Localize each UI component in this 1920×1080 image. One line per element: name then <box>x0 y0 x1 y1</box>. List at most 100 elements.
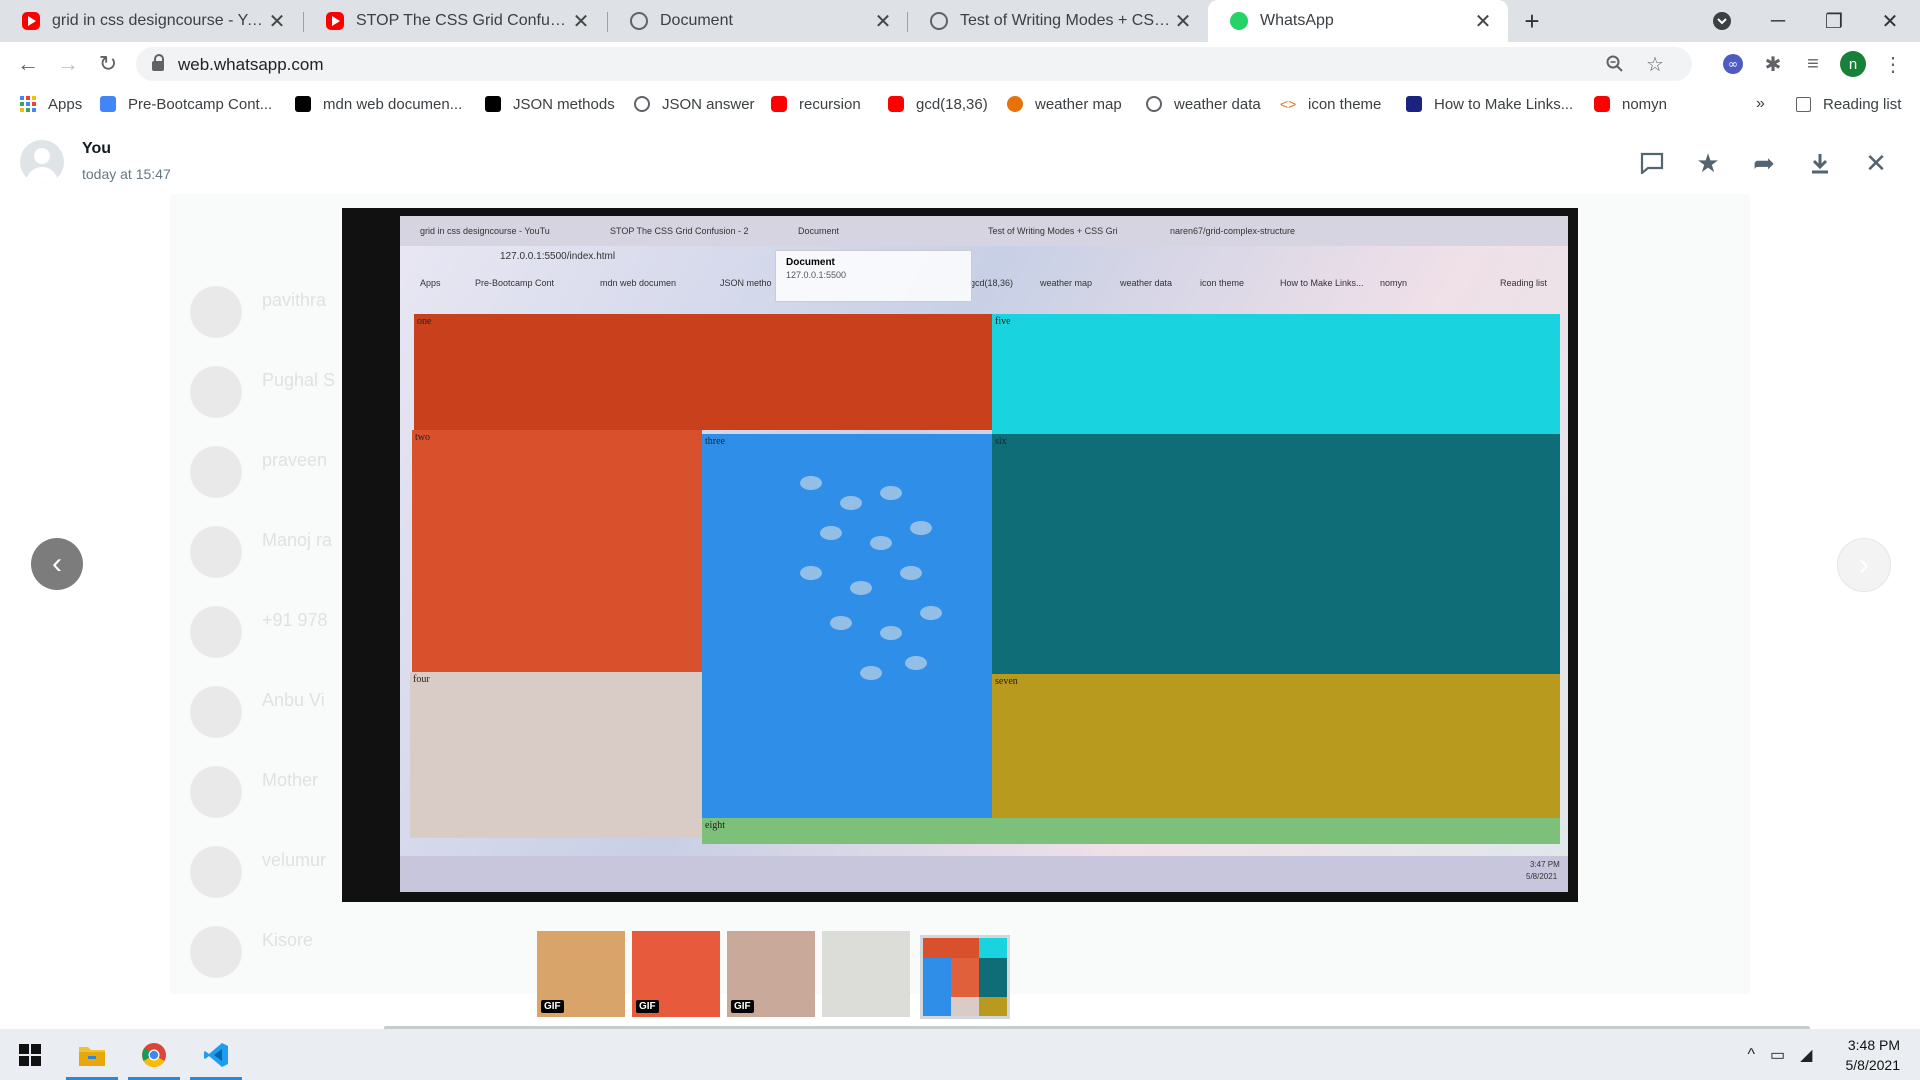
tab-grid-css-designcourse[interactable]: grid in css designcourse - YouTub ✕ <box>0 0 302 42</box>
close-icon[interactable]: ✕ <box>872 9 894 34</box>
back-arrow-icon[interactable]: ← <box>8 42 48 86</box>
forward-icon[interactable]: ➦ <box>1744 146 1784 180</box>
thumb-bear-gif[interactable]: GIF <box>537 931 625 1017</box>
whatsapp-icon <box>1230 12 1248 30</box>
close-window-button[interactable]: ✕ <box>1862 0 1918 42</box>
bookmark-weather-map[interactable]: weather map <box>1007 86 1122 122</box>
thumbnail-image <box>822 931 910 1017</box>
reading-list[interactable]: Reading list <box>1796 86 1901 122</box>
tab-whatsapp[interactable]: WhatsApp ✕ <box>1208 0 1508 42</box>
extensions-puzzle-icon[interactable]: ✱ <box>1756 42 1790 86</box>
battery-icon[interactable]: ▭ <box>1770 1045 1785 1065</box>
more-bookmarks-chevron-icon[interactable]: » <box>1756 86 1765 122</box>
bookmark-star-icon[interactable]: ☆ <box>1638 42 1672 86</box>
bookmark-json-answer[interactable]: JSON answer <box>634 86 755 122</box>
bookmark-label: weather data <box>1174 95 1261 113</box>
avatar <box>190 446 242 498</box>
new-tab-button[interactable]: + <box>1504 0 1560 42</box>
address-bar[interactable]: web.whatsapp.com ☆ <box>136 47 1692 81</box>
forward-arrow-icon[interactable]: → <box>48 42 88 86</box>
screen-reflection <box>780 466 980 716</box>
thumb-cell <box>923 938 979 958</box>
bookmark-label: JSON answer <box>662 95 755 113</box>
chat-name: Kisore <box>262 930 314 950</box>
bookmark-recursion[interactable]: recursion <box>771 86 861 122</box>
thumb-cell <box>951 957 979 997</box>
next-media-button[interactable]: › <box>1837 538 1891 592</box>
bookmark-label: gcd(18,36) <box>916 95 988 113</box>
youtube-icon <box>771 96 787 112</box>
bookmark-how-to-make-links[interactable]: How to Make Links... <box>1406 86 1573 122</box>
thumb-cell <box>979 996 1007 1016</box>
bookmark-icon-theme[interactable]: <> icon theme <box>1280 86 1381 122</box>
chat-name: Manoj ra <box>262 530 333 550</box>
thumb-grid-screenshot[interactable] <box>920 935 1010 1019</box>
bookmarks-bar: Apps Pre-Bootcamp Cont... mdn web docume… <box>0 86 1920 123</box>
bookmark-nomyn[interactable]: nomyn <box>1594 86 1667 122</box>
minimize-button[interactable]: ─ <box>1750 0 1806 42</box>
bookmark-json-methods[interactable]: JSON methods <box>485 86 615 122</box>
docs-icon <box>100 96 116 112</box>
restore-button[interactable]: ❐ <box>1806 0 1862 42</box>
grid-cell-two: two <box>412 430 702 672</box>
youtube-icon <box>22 12 40 30</box>
wifi-icon[interactable]: ◢ <box>1800 1045 1812 1065</box>
vscode-icon[interactable] <box>186 1029 246 1080</box>
avatar <box>190 766 242 818</box>
tab-writing-modes[interactable]: Test of Writing Modes + CSS Grid ✕ <box>908 0 1208 42</box>
tab-label: WhatsApp <box>1260 12 1334 29</box>
extension-infinity-icon[interactable]: ∞ <box>1716 42 1750 86</box>
bookmark-apps[interactable]: Apps <box>20 86 82 122</box>
star-icon[interactable]: ★ <box>1688 146 1728 180</box>
photo-tab-label: naren67/grid-complex-structure <box>1170 226 1296 236</box>
bookmark-gcd[interactable]: gcd(18,36) <box>888 86 988 122</box>
chat-name: praveen <box>262 450 328 470</box>
sender-avatar[interactable] <box>20 140 64 184</box>
media-photo: grid in css designcourse - YouTu STOP Th… <box>342 208 1578 902</box>
previous-media-button[interactable]: ‹ <box>31 538 83 590</box>
windows-start-icon[interactable] <box>0 1029 60 1080</box>
lock-icon <box>152 54 164 71</box>
show-hidden-icons-chevron-icon[interactable]: ^ <box>1748 1046 1756 1064</box>
browser-menu-icon[interactable]: ⋮ <box>1876 42 1910 86</box>
system-clock[interactable]: 3:48 PM 5/8/2021 <box>1846 1035 1901 1075</box>
media-control-icon[interactable]: ≡ <box>1796 42 1830 86</box>
tab-document[interactable]: Document ✕ <box>608 0 908 42</box>
thumb-redhair-gif[interactable]: GIF <box>632 931 720 1017</box>
download-icon[interactable] <box>1800 146 1840 180</box>
youtube-icon <box>326 12 344 30</box>
zoom-icon[interactable] <box>1598 42 1632 86</box>
chrome-icon[interactable] <box>124 1029 184 1080</box>
bookmark-mdn[interactable]: mdn web documen... <box>295 86 462 122</box>
url-text[interactable]: web.whatsapp.com <box>178 55 324 75</box>
tab-stop-css-grid-confusion[interactable]: STOP The CSS Grid Confusion - 2 ✕ <box>304 0 606 42</box>
close-icon[interactable]: ✕ <box>1172 9 1194 34</box>
tab-search-icon[interactable] <box>1694 0 1750 42</box>
go-to-message-icon[interactable] <box>1632 146 1672 180</box>
file-explorer-icon[interactable] <box>62 1029 122 1080</box>
code-icon: <> <box>1280 96 1297 112</box>
photo-bookmark: Apps <box>420 278 441 288</box>
close-icon[interactable]: ✕ <box>1472 9 1494 34</box>
close-icon[interactable]: ✕ <box>570 9 592 34</box>
sender-name[interactable]: You <box>82 140 111 158</box>
photo-taskbar-date: 5/8/2021 <box>1526 872 1558 881</box>
reload-icon[interactable]: ↻ <box>88 42 128 86</box>
bookmark-pre-bootcamp[interactable]: Pre-Bootcamp Cont... <box>100 86 272 122</box>
thumb-cell <box>923 957 951 1016</box>
bookmark-weather-data[interactable]: weather data <box>1146 86 1261 122</box>
tooltip-title: Document <box>786 257 835 268</box>
thumb-hands-gif[interactable]: GIF <box>727 931 815 1017</box>
grid-cell-five: five <box>992 314 1560 434</box>
thumb-cell <box>979 957 1007 997</box>
avatar <box>190 286 242 338</box>
profile-avatar[interactable]: n <box>1836 42 1870 86</box>
avatar <box>190 846 242 898</box>
photo-tab-label: Test of Writing Modes + CSS Gri <box>988 226 1118 236</box>
svg-text:∞: ∞ <box>1728 57 1738 71</box>
thumb-paper[interactable] <box>822 931 910 1017</box>
close-icon[interactable]: ✕ <box>266 9 288 34</box>
chat-name: +91 978 <box>262 610 328 630</box>
close-viewer-icon[interactable]: ✕ <box>1856 146 1896 180</box>
gif-badge: GIF <box>541 1000 564 1013</box>
